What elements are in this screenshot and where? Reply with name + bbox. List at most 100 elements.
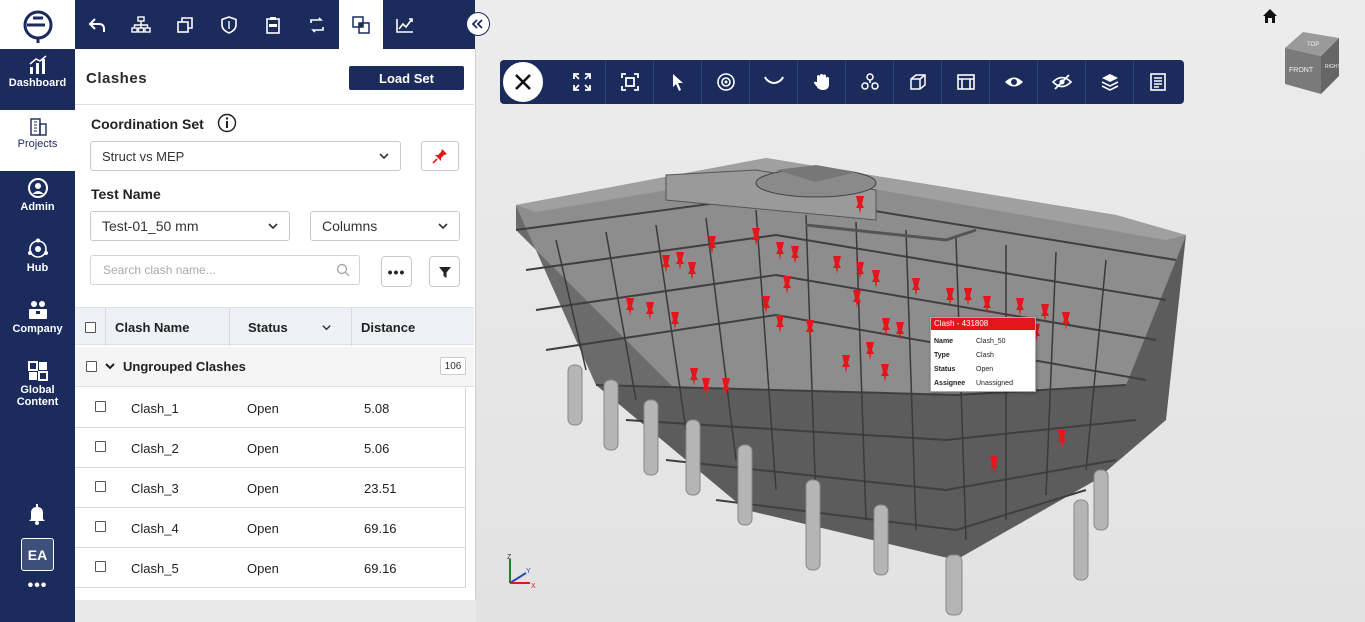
axis-z-label: Z — [507, 554, 512, 561]
back-tool[interactable] — [75, 0, 119, 49]
nav-more-button[interactable]: ••• — [0, 577, 75, 595]
select-tool[interactable] — [654, 60, 702, 104]
nav-item-hub[interactable]: Hub — [0, 232, 75, 293]
look-tool[interactable] — [750, 60, 798, 104]
analysis-tool[interactable] — [383, 0, 427, 49]
section-plane-tool[interactable] — [942, 60, 990, 104]
distance-cell: 69.16 — [364, 561, 397, 576]
chevron-down-icon[interactable] — [321, 322, 332, 333]
clipboard-icon — [266, 16, 280, 34]
chart-icon — [29, 55, 46, 74]
status-cell: Open — [247, 561, 279, 576]
table-row[interactable]: Clash_4 Open 69.16 — [75, 508, 466, 548]
clash-tool[interactable] — [339, 0, 383, 49]
row-checkbox[interactable] — [95, 521, 106, 532]
load-set-button[interactable]: Load Set — [349, 66, 464, 90]
left-nav: Dashboard Projects Admin Hub Company Glo… — [0, 0, 75, 622]
nav-item-admin[interactable]: Admin — [0, 171, 75, 232]
search-input[interactable]: Search clash name... — [90, 255, 360, 285]
table-scroll-edge — [465, 387, 466, 587]
fit-view-tool[interactable] — [558, 60, 606, 104]
nav-label: Dashboard — [8, 77, 67, 89]
nav-item-global-content[interactable]: Global Content — [0, 354, 75, 414]
element-type-select[interactable]: Columns — [310, 211, 460, 241]
hierarchy-icon — [131, 15, 151, 33]
close-viewer-button[interactable] — [501, 60, 545, 104]
model-viewer[interactable]: TOP FRONT RIGHT Clash - 431808 Name Clas… — [476, 0, 1365, 622]
sync-tool[interactable] — [295, 0, 339, 49]
col-distance[interactable]: Distance — [361, 308, 415, 346]
table-row[interactable]: Clash_2 Open 5.06 — [75, 428, 466, 468]
layers-tool[interactable] — [163, 0, 207, 49]
collapse-panel-button[interactable] — [466, 12, 490, 36]
table-row[interactable]: Clash_1 Open 5.08 — [75, 388, 466, 428]
distance-cell: 69.16 — [364, 521, 397, 536]
viewcube-right[interactable]: RIGHT — [1325, 64, 1341, 70]
clash-icon — [352, 15, 370, 34]
avatar[interactable]: EA — [21, 538, 54, 571]
viewer-toolbar — [500, 60, 1184, 104]
row-checkbox[interactable] — [95, 481, 106, 492]
bell-icon[interactable] — [26, 503, 48, 525]
explode-tool[interactable] — [846, 60, 894, 104]
pan-tool[interactable] — [798, 60, 846, 104]
home-icon[interactable] — [1262, 8, 1278, 24]
chevron-down-icon — [268, 223, 278, 230]
cursor-icon — [672, 74, 683, 91]
group-row[interactable]: Ungrouped Clashes 106 — [75, 347, 474, 387]
properties-tool[interactable] — [1134, 60, 1182, 104]
test-name-select[interactable]: Test-01_50 mm — [90, 211, 290, 241]
company-icon — [28, 301, 47, 319]
table-row[interactable]: Clash_3 Open 23.51 — [75, 468, 466, 508]
chevron-down-icon — [438, 223, 448, 230]
coordination-set-select[interactable]: Struct vs MEP — [90, 141, 401, 171]
tooltip-key: Status — [934, 366, 956, 373]
logo-icon — [23, 10, 52, 43]
rfi-tool[interactable] — [251, 0, 295, 49]
section-icon — [956, 74, 975, 90]
chevron-down-icon — [379, 153, 389, 160]
pin-button[interactable] — [421, 141, 459, 171]
table-row[interactable]: Clash_5 Open 69.16 — [75, 548, 466, 588]
layers-tool[interactable] — [1086, 60, 1134, 104]
viewcube-front[interactable]: FRONT — [1289, 67, 1314, 74]
status-cell: Open — [247, 441, 279, 456]
row-checkbox[interactable] — [95, 401, 106, 412]
col-status[interactable]: Status — [248, 308, 288, 346]
group-checkbox[interactable] — [86, 361, 97, 372]
show-tool[interactable] — [990, 60, 1038, 104]
nav-item-company[interactable]: Company — [0, 293, 75, 354]
hierarchy-tool[interactable] — [119, 0, 163, 49]
panel-title: Clashes — [86, 70, 148, 87]
shield-icon — [221, 15, 237, 34]
col-clash-name[interactable]: Clash Name — [115, 308, 189, 346]
divider — [75, 104, 474, 105]
row-checkbox[interactable] — [95, 561, 106, 572]
orbit-tool[interactable] — [702, 60, 750, 104]
status-cell: Open — [247, 521, 279, 536]
panel-toolbar — [75, 0, 475, 49]
undo-icon — [88, 17, 105, 32]
coordination-set-value: Struct vs MEP — [102, 148, 185, 164]
viewcube-top[interactable]: TOP — [1307, 42, 1319, 48]
orbit-icon — [716, 73, 735, 91]
filter-button[interactable] — [429, 256, 460, 287]
pin-icon — [432, 149, 447, 164]
chevron-down-icon[interactable] — [104, 360, 116, 372]
shield-tool[interactable] — [207, 0, 251, 49]
view-cube[interactable]: TOP FRONT RIGHT — [1281, 30, 1343, 96]
hide-tool[interactable] — [1038, 60, 1086, 104]
row-checkbox[interactable] — [95, 441, 106, 452]
analysis-icon — [396, 17, 413, 33]
section-box-tool[interactable] — [894, 60, 942, 104]
frame-tool[interactable] — [606, 60, 654, 104]
select-all-checkbox[interactable] — [85, 308, 96, 346]
app-logo[interactable] — [0, 0, 75, 49]
nav-item-projects[interactable]: Projects — [0, 110, 75, 171]
info-icon[interactable] — [217, 113, 237, 133]
tooltip-value: Clash_50 — [976, 338, 1006, 345]
search-placeholder: Search clash name... — [103, 263, 216, 277]
more-options-button[interactable]: ••• — [381, 256, 412, 287]
tooltip-key: Assignee — [934, 380, 966, 387]
nav-item-dashboard[interactable]: Dashboard — [0, 49, 75, 110]
